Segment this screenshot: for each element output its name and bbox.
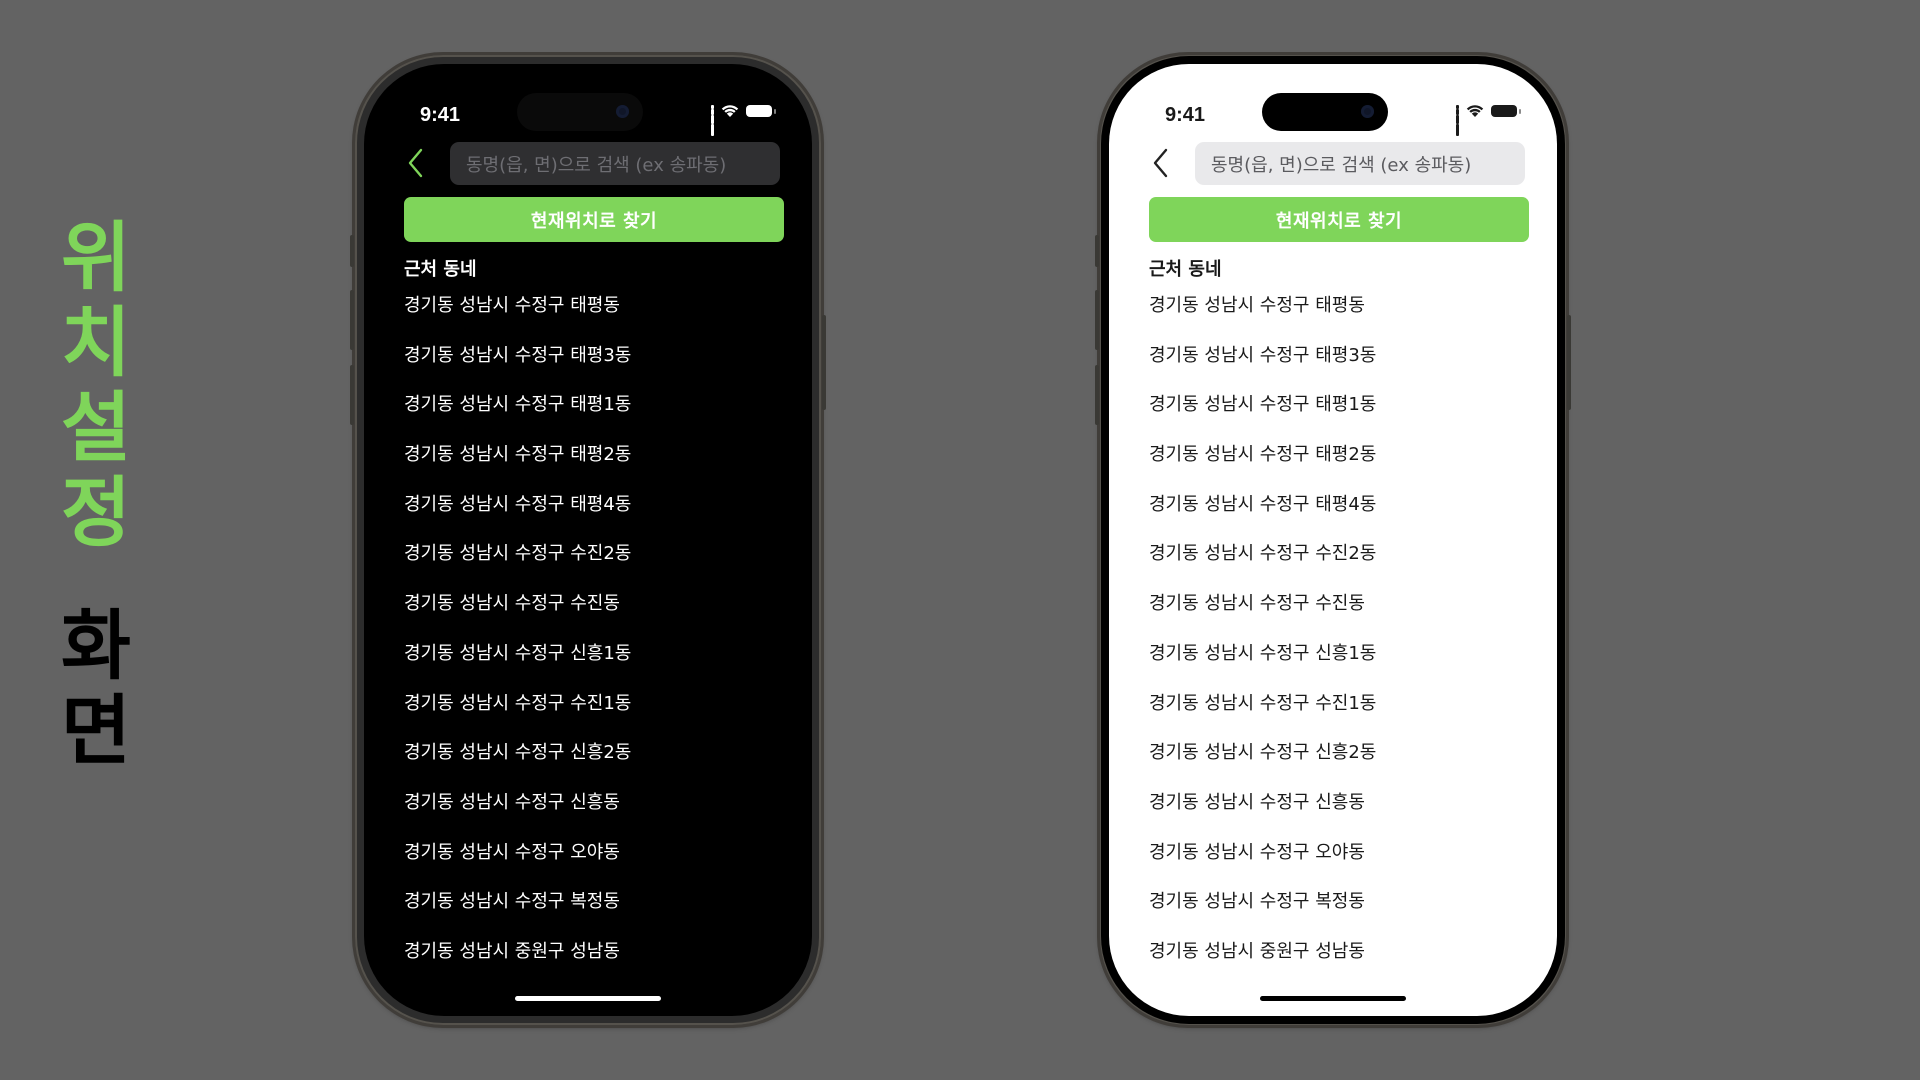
phone-light-mode: 9:41 동명(읍, 면)으로 검색 (ex 송파동) 현재위치로 찾기 근처 … [1095, 55, 1571, 1025]
search-placeholder: 동명(읍, 면)으로 검색 (ex 송파동) [466, 154, 727, 176]
dynamic-island [517, 93, 643, 131]
side-button [1095, 235, 1099, 267]
camera-icon [616, 105, 629, 118]
side-button [822, 315, 826, 410]
list-item[interactable]: 경기동 성남시 수정구 태평2동 [1149, 442, 1376, 492]
list-item[interactable]: 경기동 성남시 수정구 신흥동 [1149, 790, 1376, 840]
list-item[interactable]: 경기동 성남시 수정구 태평동 [1149, 293, 1376, 343]
chevron-left-icon[interactable] [1149, 146, 1173, 180]
battery-icon [746, 104, 776, 117]
side-button [350, 235, 354, 267]
title-highlight: 위 치 설 정 [61, 215, 131, 555]
title-char: 설 [61, 383, 131, 472]
title-char: 면 [61, 686, 131, 775]
signal-icon [1456, 104, 1459, 136]
list-item[interactable]: 경기동 성남시 수정구 신흥2동 [404, 740, 631, 790]
vertical-title: 위 치 설 정 화 면 [56, 215, 136, 773]
list-item[interactable]: 경기동 성남시 수정구 태평3동 [404, 343, 631, 393]
status-icons [711, 104, 776, 136]
search-input[interactable]: 동명(읍, 면)으로 검색 (ex 송파동) [450, 142, 780, 185]
camera-icon [1361, 105, 1374, 118]
section-title: 근처 동네 [404, 259, 477, 280]
list-item[interactable]: 경기동 성남시 수정구 수진동 [1149, 591, 1376, 641]
status-time: 9:41 [1165, 104, 1206, 126]
title-char: 화 [61, 601, 131, 690]
list-item[interactable]: 경기동 성남시 수정구 오야동 [404, 840, 631, 890]
side-button [1095, 365, 1099, 425]
side-button [350, 365, 354, 425]
list-item[interactable]: 경기동 성남시 수정구 태평2동 [404, 442, 631, 492]
home-indicator[interactable] [515, 996, 661, 1001]
title-normal: 화 면 [61, 603, 131, 773]
side-button [1095, 290, 1099, 350]
list-item[interactable]: 경기동 성남시 수정구 수진1동 [1149, 691, 1376, 741]
list-item[interactable]: 경기동 성남시 수정구 수진1동 [404, 691, 631, 741]
screen: 9:41 동명(읍, 면)으로 검색 (ex 송파동) 현재위치로 찾기 근처 … [1109, 64, 1557, 1016]
list-item[interactable]: 경기동 성남시 수정구 태평4동 [1149, 492, 1376, 542]
title-char: 치 [61, 298, 131, 387]
list-item[interactable]: 경기동 성남시 수정구 신흥1동 [404, 641, 631, 691]
list-item[interactable]: 경기동 성남시 수정구 태평1동 [1149, 392, 1376, 442]
list-item[interactable]: 경기동 성남시 수정구 태평3동 [1149, 343, 1376, 393]
list-item[interactable]: 경기동 성남시 수정구 복정동 [1149, 889, 1376, 939]
section-title: 근처 동네 [1149, 259, 1222, 280]
list-item[interactable]: 경기동 성남시 수정구 태평4동 [404, 492, 631, 542]
list-item[interactable]: 경기동 성남시 중원구 성남동 [1149, 939, 1376, 989]
signal-icon [711, 104, 714, 136]
list-item[interactable]: 경기동 성남시 수정구 신흥2동 [1149, 740, 1376, 790]
list-item[interactable]: 경기동 성남시 수정구 신흥동 [404, 790, 631, 840]
neighborhood-list: 경기동 성남시 수정구 태평동 경기동 성남시 수정구 태평3동 경기동 성남시… [1149, 293, 1376, 989]
search-input[interactable]: 동명(읍, 면)으로 검색 (ex 송파동) [1195, 142, 1525, 185]
current-location-button[interactable]: 현재위치로 찾기 [1149, 197, 1529, 242]
list-item[interactable]: 경기동 성남시 수정구 태평동 [404, 293, 631, 343]
list-item[interactable]: 경기동 성남시 수정구 수진2동 [404, 541, 631, 591]
neighborhood-list: 경기동 성남시 수정구 태평동 경기동 성남시 수정구 태평3동 경기동 성남시… [404, 293, 631, 989]
wifi-icon [1466, 104, 1484, 117]
list-item[interactable]: 경기동 성남시 중원구 성남동 [404, 939, 631, 989]
title-char: 위 [61, 213, 131, 302]
list-item[interactable]: 경기동 성남시 수정구 복정동 [404, 889, 631, 939]
wifi-icon [721, 104, 739, 117]
current-location-button[interactable]: 현재위치로 찾기 [404, 197, 784, 242]
home-indicator[interactable] [1260, 996, 1406, 1001]
list-item[interactable]: 경기동 성남시 수정구 태평1동 [404, 392, 631, 442]
dynamic-island [1262, 93, 1388, 131]
side-button [350, 290, 354, 350]
chevron-left-icon[interactable] [404, 146, 428, 180]
phone-dark-mode: 9:41 동명(읍, 면)으로 검색 (ex 송파동) 현재위치로 찾기 근처 … [350, 55, 826, 1025]
status-time: 9:41 [420, 104, 461, 126]
search-placeholder: 동명(읍, 면)으로 검색 (ex 송파동) [1211, 154, 1472, 176]
list-item[interactable]: 경기동 성남시 수정구 수진동 [404, 591, 631, 641]
presentation-slide: 위 치 설 정 화 면 9:41 동명(읍, 면)으로 검색 (ex 송파동) … [0, 0, 1920, 1080]
battery-icon [1491, 104, 1521, 117]
list-item[interactable]: 경기동 성남시 수정구 오야동 [1149, 840, 1376, 890]
list-item[interactable]: 경기동 성남시 수정구 수진2동 [1149, 541, 1376, 591]
title-char: 정 [61, 468, 131, 557]
list-item[interactable]: 경기동 성남시 수정구 신흥1동 [1149, 641, 1376, 691]
side-button [1567, 315, 1571, 410]
screen: 9:41 동명(읍, 면)으로 검색 (ex 송파동) 현재위치로 찾기 근처 … [364, 64, 812, 1016]
status-icons [1456, 104, 1521, 136]
